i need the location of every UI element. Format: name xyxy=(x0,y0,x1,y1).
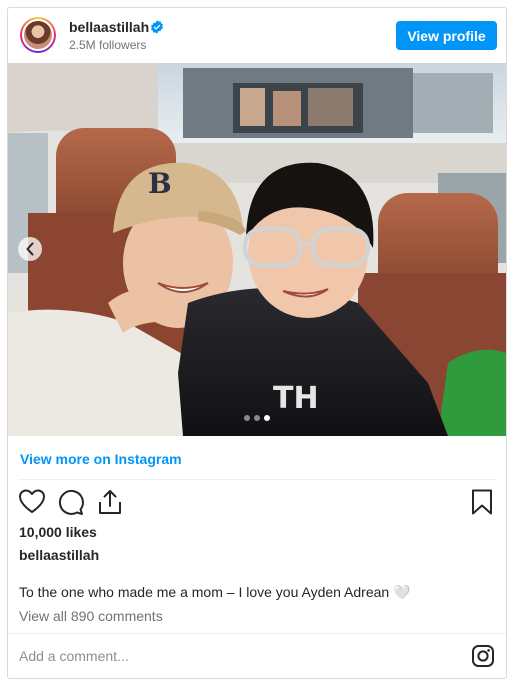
view-more-link[interactable]: View more on Instagram xyxy=(20,451,182,467)
svg-text:B: B xyxy=(148,167,172,200)
caption-username[interactable]: bellaastillah xyxy=(19,547,99,563)
bookmark-icon[interactable] xyxy=(468,488,496,516)
carousel-prev-button[interactable] xyxy=(18,237,42,261)
divider xyxy=(18,479,496,480)
instagram-icon[interactable] xyxy=(471,644,495,668)
divider xyxy=(8,633,506,634)
verified-badge-icon xyxy=(151,20,163,34)
instagram-embed-card: bellaastillah 2.5M followers View profil… xyxy=(7,7,507,679)
svg-text:TH: TH xyxy=(273,381,319,416)
action-bar xyxy=(18,488,496,516)
add-comment-input[interactable] xyxy=(19,644,449,668)
post-photo[interactable]: B TH xyxy=(8,63,506,436)
username[interactable]: bellaastillah xyxy=(69,19,149,35)
view-comments-link[interactable]: View all 890 comments xyxy=(19,608,163,624)
heart-icon[interactable] xyxy=(18,488,46,516)
like-count[interactable]: 10,000 likes xyxy=(19,524,97,540)
follower-count: 2.5M followers xyxy=(69,38,147,52)
carousel-indicator xyxy=(244,415,270,421)
post-caption: To the one who made me a mom – I love yo… xyxy=(19,584,411,600)
avatar[interactable] xyxy=(20,17,56,53)
carousel-dot xyxy=(244,415,250,421)
view-profile-button[interactable]: View profile xyxy=(396,21,497,50)
carousel-dot-active xyxy=(264,415,270,421)
comment-icon[interactable] xyxy=(56,488,84,516)
chevron-left-icon xyxy=(26,242,34,256)
post-image: B TH xyxy=(8,63,506,436)
avatar-image xyxy=(22,19,54,51)
share-icon[interactable] xyxy=(96,488,124,516)
carousel-dot xyxy=(254,415,260,421)
post-header: bellaastillah 2.5M followers View profil… xyxy=(8,8,506,63)
